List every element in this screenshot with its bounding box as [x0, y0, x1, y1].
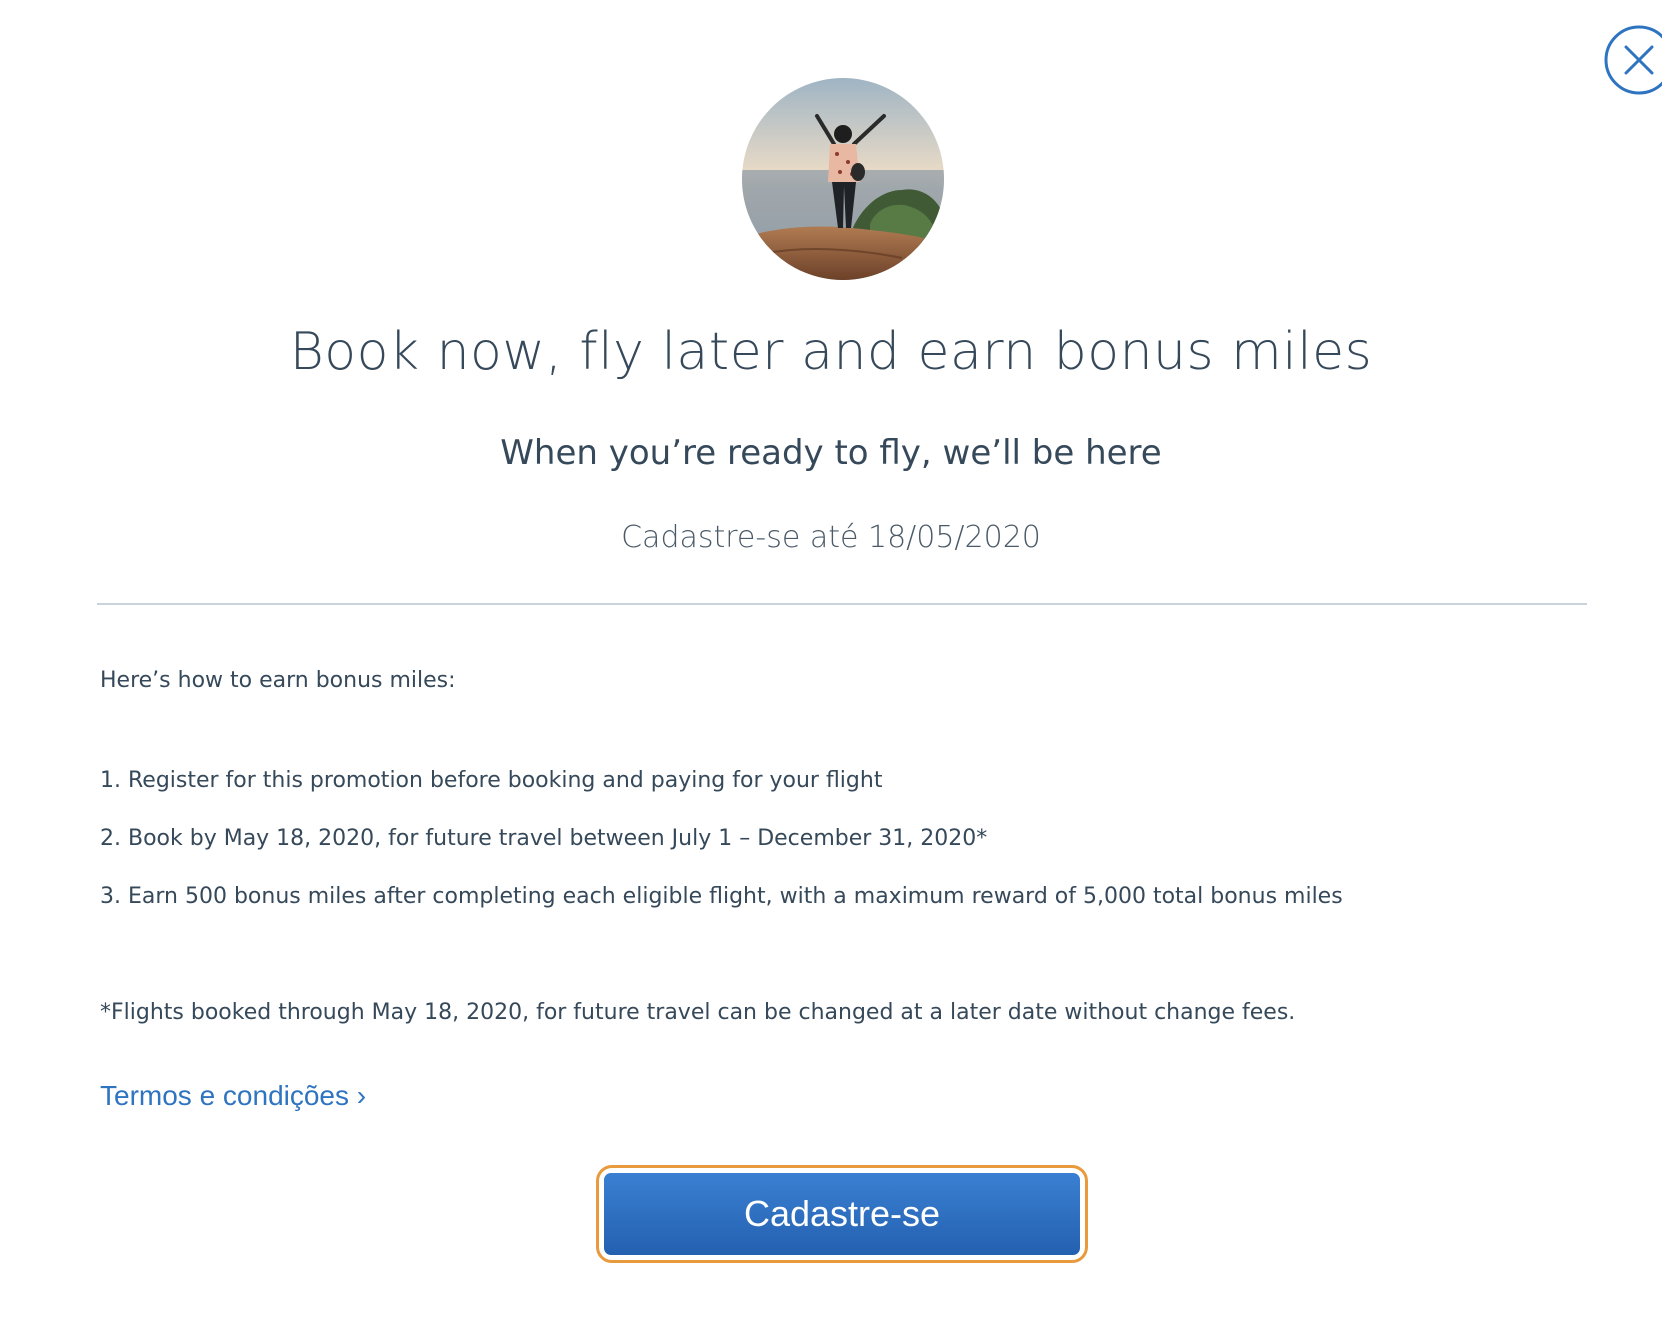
instructions-intro: Here’s how to earn bonus miles:	[100, 668, 456, 693]
terms-and-conditions-link[interactable]: Termos e condições ›	[100, 1080, 366, 1112]
hero-photo	[742, 78, 944, 280]
page-title: Book now, fly later and earn bonus miles	[289, 322, 1373, 382]
registration-deadline: Cadastre-se até 18/05/2020	[621, 520, 1041, 555]
close-icon	[1604, 25, 1662, 95]
steps-list: 1. Register for this promotion before bo…	[100, 766, 1343, 940]
list-item: 3. Earn 500 bonus miles after completing…	[100, 884, 1343, 909]
divider	[97, 603, 1587, 605]
close-button[interactable]	[1602, 23, 1662, 97]
list-item: 2. Book by May 18, 2020, for future trav…	[100, 826, 988, 851]
footnote: *Flights booked through May 18, 2020, fo…	[100, 1000, 1296, 1025]
list-item: 1. Register for this promotion before bo…	[100, 768, 883, 793]
page-subtitle: When you’re ready to fly, we’ll be here	[500, 433, 1162, 473]
register-button[interactable]: Cadastre-se	[604, 1173, 1080, 1255]
